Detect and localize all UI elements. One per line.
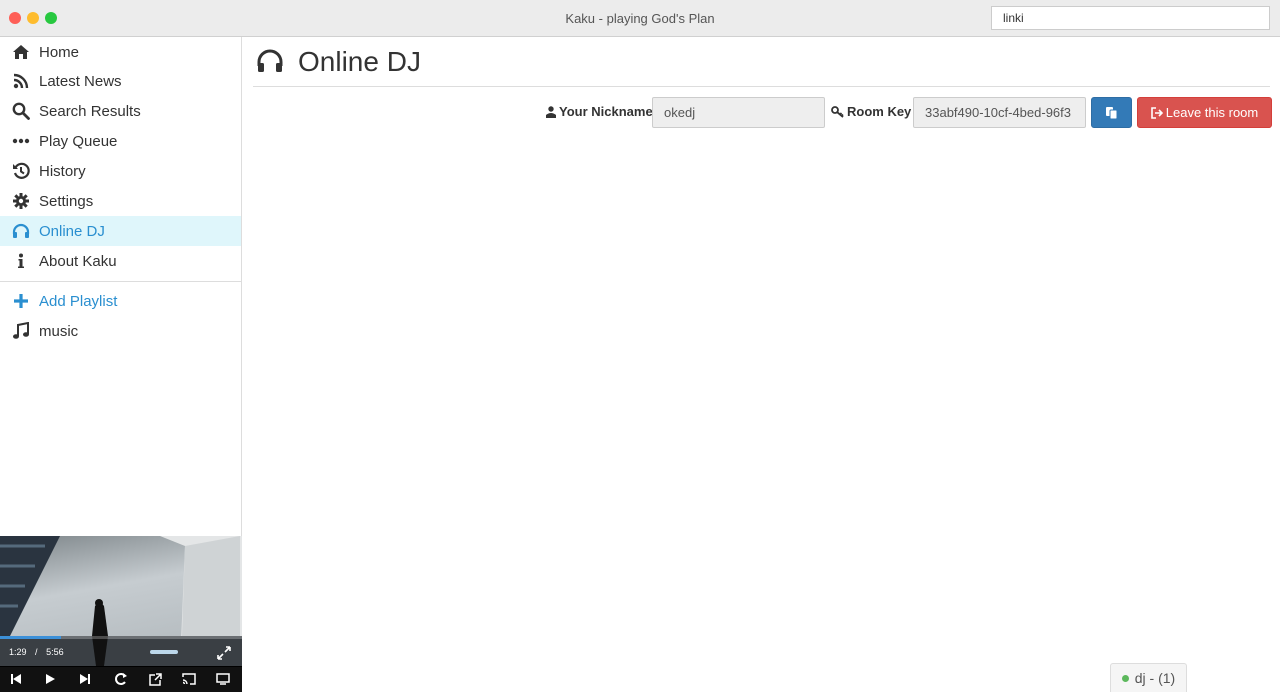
main-content: Online DJ Your Nickname okedj Room Key 3… xyxy=(243,37,1280,692)
leave-room-button[interactable]: Leave this room xyxy=(1137,97,1272,128)
nickname-field[interactable]: okedj xyxy=(652,97,825,128)
rss-icon xyxy=(11,72,31,90)
copy-icon xyxy=(1106,106,1118,119)
key-icon xyxy=(831,105,844,118)
current-time: 1:29 xyxy=(9,647,27,657)
headphones-icon xyxy=(11,222,31,240)
room-key-label: Room Key xyxy=(831,104,911,119)
sidebar-item-label: History xyxy=(39,162,86,180)
user-icon xyxy=(546,105,556,118)
dj-status-badge[interactable]: dj - (1) xyxy=(1110,663,1187,692)
search-input[interactable]: linki xyxy=(991,6,1270,30)
gear-icon xyxy=(11,192,31,210)
add-playlist-button[interactable]: Add Playlist xyxy=(0,286,241,316)
sidebar-item-home[interactable]: Home xyxy=(0,37,241,67)
play-icon[interactable] xyxy=(43,672,57,686)
music-note-icon xyxy=(11,322,31,340)
video-progress-fill xyxy=(0,636,61,639)
sidebar-item-label: music xyxy=(39,322,79,340)
sidebar-item-playlist-music[interactable]: music xyxy=(0,316,241,346)
player-controls xyxy=(0,667,242,692)
title-bar: Kaku - playing God's Plan linki xyxy=(0,0,1280,37)
page-header: Online DJ xyxy=(253,37,1270,87)
home-icon xyxy=(11,43,31,61)
info-icon xyxy=(11,252,31,270)
tv-icon[interactable] xyxy=(216,672,230,686)
next-track-icon[interactable] xyxy=(78,672,92,686)
sidebar-item-latest-news[interactable]: Latest News xyxy=(0,66,241,96)
fullscreen-icon[interactable] xyxy=(217,646,231,665)
online-status-dot xyxy=(1121,674,1129,682)
external-link-icon[interactable] xyxy=(148,672,162,686)
history-icon xyxy=(11,162,31,180)
add-playlist-label: Add Playlist xyxy=(39,292,118,310)
sidebar-item-online-dj[interactable]: Online DJ xyxy=(0,216,241,246)
sidebar-divider xyxy=(0,281,241,282)
leave-room-label: Leave this room xyxy=(1165,105,1259,120)
room-key-field[interactable]: 33abf490-10cf-4bed-96f3 xyxy=(913,97,1086,128)
sidebar-item-label: Settings xyxy=(39,192,94,210)
sidebar-item-label: Play Queue xyxy=(39,132,118,150)
video-time: 1:29 / 5:56 xyxy=(9,647,64,657)
duration: 5:56 xyxy=(46,647,64,657)
nickname-label: Your Nickname xyxy=(546,104,653,119)
sidebar-item-label: Search Results xyxy=(39,102,141,120)
room-key-label-text: Room Key xyxy=(847,104,912,119)
sidebar-item-label: Home xyxy=(39,43,80,61)
sign-out-icon xyxy=(1150,106,1163,119)
video-player[interactable]: 1:29 / 5:56 xyxy=(0,536,242,692)
ellipsis-icon xyxy=(11,132,31,150)
sidebar-item-label: Latest News xyxy=(39,72,122,90)
sidebar-item-settings[interactable]: Settings xyxy=(0,186,241,216)
sidebar-item-search-results[interactable]: Search Results xyxy=(0,96,241,126)
repeat-icon[interactable] xyxy=(114,672,128,686)
sidebar-item-label: Online DJ xyxy=(39,222,105,240)
sidebar-item-about-kaku[interactable]: About Kaku xyxy=(0,246,241,276)
cast-icon[interactable] xyxy=(182,672,196,686)
page-title: Online DJ xyxy=(298,46,421,77)
previous-track-icon[interactable] xyxy=(9,672,23,686)
nickname-label-text: Your Nickname xyxy=(559,104,653,119)
search-icon xyxy=(11,102,31,120)
sidebar-item-play-queue[interactable]: Play Queue xyxy=(0,126,241,156)
sidebar-item-history[interactable]: History xyxy=(0,156,241,186)
headphones-icon xyxy=(256,48,284,74)
volume-slider[interactable] xyxy=(150,650,178,654)
plus-icon xyxy=(11,292,31,310)
sidebar-item-label: About Kaku xyxy=(39,252,117,270)
time-separator: / xyxy=(35,647,38,657)
copy-room-key-button[interactable] xyxy=(1091,97,1132,128)
dj-status-label: dj - (1) xyxy=(1134,670,1176,686)
